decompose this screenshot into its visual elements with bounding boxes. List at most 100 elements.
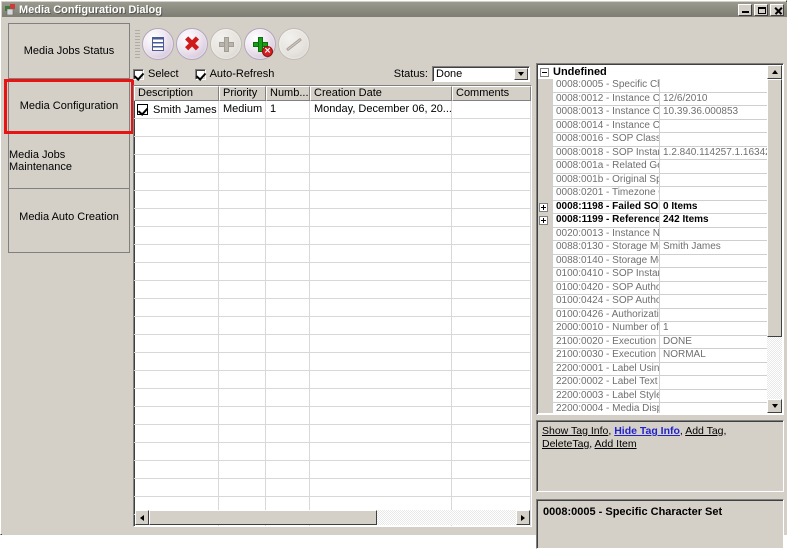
tree-row[interactable]: 0100:0410 - SOP Instan (538, 268, 768, 282)
cell-description[interactable]: Smith James (134, 101, 219, 118)
row-checkbox[interactable] (137, 104, 148, 115)
vscroll-thumb[interactable] (767, 79, 782, 337)
sidebar-item-media-jobs-status[interactable]: Media Jobs Status (9, 24, 129, 79)
collapse-icon[interactable] (540, 68, 549, 77)
table-row-empty[interactable] (134, 317, 531, 335)
table-row-empty[interactable] (134, 155, 531, 173)
link-hide-tag-info[interactable]: Hide Tag Info (614, 425, 680, 437)
tree-row[interactable]: 0008:0016 - SOP Class I (538, 133, 768, 147)
scroll-up-button[interactable] (767, 65, 782, 79)
column-header-comments[interactable]: Comments (452, 86, 531, 101)
tree-row[interactable]: 0008:001b - Original Sp (538, 174, 768, 188)
tree-row[interactable]: 0008:0201 - Timezone O (538, 187, 768, 201)
cell-empty (219, 443, 266, 460)
tree-row[interactable]: 0020:0013 - Instance Nu (538, 228, 768, 242)
tree-row[interactable]: 2100:0020 - Execution SDONE (538, 336, 768, 350)
properties-icon[interactable] (142, 28, 174, 60)
toolbar-grip[interactable] (135, 30, 140, 58)
sidebar-item-media-auto-creation[interactable]: Media Auto Creation (9, 189, 129, 244)
tree-row[interactable]: 2200:0004 - Media Disp (538, 403, 768, 413)
table-row-empty[interactable] (134, 299, 531, 317)
tree-row-indent (538, 93, 552, 107)
column-header-number[interactable]: Numb... (266, 86, 310, 101)
link-add-tag[interactable]: Add Tag (685, 425, 723, 437)
tree-row[interactable]: 0008:0013 - Instance Cr10.39.36.000853 (538, 106, 768, 120)
table-row-empty[interactable] (134, 389, 531, 407)
table-row-empty[interactable] (134, 353, 531, 371)
right-panel: Undefined 0008:0005 - Specific Ch0008:00… (536, 23, 784, 527)
tree-row[interactable]: 2200:0003 - Label Style (538, 390, 768, 404)
tag-tree[interactable]: Undefined 0008:0005 - Specific Ch0008:00… (536, 63, 784, 415)
tree-row[interactable]: 0008:0012 - Instance Cr12/6/2010 (538, 93, 768, 107)
table-row-empty[interactable] (134, 119, 531, 137)
delete-icon[interactable]: ✖ (176, 28, 208, 60)
expand-icon[interactable] (539, 216, 548, 225)
minimize-button[interactable] (738, 4, 752, 16)
scroll-left-button[interactable] (135, 510, 149, 525)
tree-row[interactable]: 0100:0420 - SOP Autho (538, 282, 768, 296)
table-row-empty[interactable] (134, 191, 531, 209)
maximize-button[interactable] (754, 4, 768, 16)
table-row-empty[interactable] (134, 263, 531, 281)
tree-row[interactable]: 0008:0018 - SOP Instan1.2.840.114257.1.1… (538, 147, 768, 161)
link-add-item[interactable]: Add Item (595, 438, 637, 450)
tree-row[interactable]: 0008:001a - Related Ge (538, 160, 768, 174)
tree-row-tag: 0008:0018 - SOP Instan (552, 147, 660, 161)
select-checkbox[interactable]: Select (133, 68, 179, 80)
link-show-tag-info[interactable]: Show Tag Info (542, 425, 608, 437)
sidebar-item-media-jobs-maintenance[interactable]: Media Jobs Maintenance (9, 134, 129, 189)
tree-row[interactable]: 0100:0426 - Authorizati (538, 309, 768, 323)
grid-horizontal-scrollbar[interactable] (135, 510, 530, 525)
scroll-down-button[interactable] (767, 399, 782, 413)
tree-root-node[interactable]: Undefined (538, 65, 768, 79)
table-row-empty[interactable] (134, 371, 531, 389)
link-deletetag[interactable]: DeleteTag (542, 438, 589, 450)
table-row-empty[interactable] (134, 137, 531, 155)
column-header-description[interactable]: Description (134, 86, 219, 101)
table-row-empty[interactable] (134, 407, 531, 425)
add-remove-icon[interactable]: × (244, 28, 276, 60)
expand-icon[interactable] (538, 201, 552, 215)
tree-row[interactable]: 0088:0130 - Storage MeSmith James (538, 241, 768, 255)
tree-row[interactable]: 0088:0140 - Storage Me (538, 255, 768, 269)
tree-row[interactable]: 2200:0001 - Label Usin (538, 363, 768, 377)
remove-badge-icon: × (262, 46, 273, 57)
table-row[interactable]: Smith James Medium 1 Monday, December 06… (134, 101, 531, 119)
cell-empty (310, 245, 452, 262)
tree-row[interactable]: 0008:0005 - Specific Ch (538, 79, 768, 93)
tree-row[interactable]: 0008:1199 - Referenced242 Items (538, 214, 768, 228)
table-row-empty[interactable] (134, 479, 531, 497)
table-row-empty[interactable] (134, 335, 531, 353)
table-row-empty[interactable] (134, 173, 531, 191)
tree-row[interactable]: 0100:0424 - SOP Autho (538, 295, 768, 309)
tree-row[interactable]: 0008:0014 - Instance Cr (538, 120, 768, 134)
column-header-priority[interactable]: Priority (219, 86, 266, 101)
tree-row[interactable]: 2100:0030 - Execution SNORMAL (538, 349, 768, 363)
table-row-empty[interactable] (134, 245, 531, 263)
chevron-down-icon[interactable] (514, 68, 528, 80)
table-row-empty[interactable] (134, 281, 531, 299)
auto-refresh-checkbox[interactable]: Auto-Refresh (195, 68, 275, 80)
status-dropdown[interactable]: Done (432, 66, 530, 82)
expand-icon[interactable] (539, 203, 548, 212)
tree-vertical-scrollbar[interactable] (767, 65, 782, 413)
table-row-empty[interactable] (134, 443, 531, 461)
close-button[interactable] (770, 4, 784, 16)
tree-row[interactable]: 2000:0010 - Number of C1 (538, 322, 768, 336)
tree-row[interactable]: 0008:1198 - Failed SOP0 Items (538, 201, 768, 215)
sidebar-item-label: Media Auto Creation (19, 211, 119, 223)
scroll-right-button[interactable] (516, 510, 530, 525)
table-row-empty[interactable] (134, 461, 531, 479)
column-header-creation-date[interactable]: Creation Date (310, 86, 452, 101)
table-row-empty[interactable] (134, 209, 531, 227)
sidebar-item-media-configuration[interactable]: Media Configuration (9, 79, 129, 134)
hscroll-thumb[interactable] (149, 510, 377, 525)
expand-icon[interactable] (538, 214, 552, 228)
checkbox-icon (133, 69, 144, 80)
table-row-empty[interactable] (134, 227, 531, 245)
jobs-grid[interactable]: Description Priority Numb... Creation Da… (133, 85, 532, 527)
hscroll-track[interactable] (149, 510, 516, 525)
title-bar-buttons (738, 4, 784, 16)
table-row-empty[interactable] (134, 425, 531, 443)
tree-row[interactable]: 2200:0002 - Label Text (538, 376, 768, 390)
